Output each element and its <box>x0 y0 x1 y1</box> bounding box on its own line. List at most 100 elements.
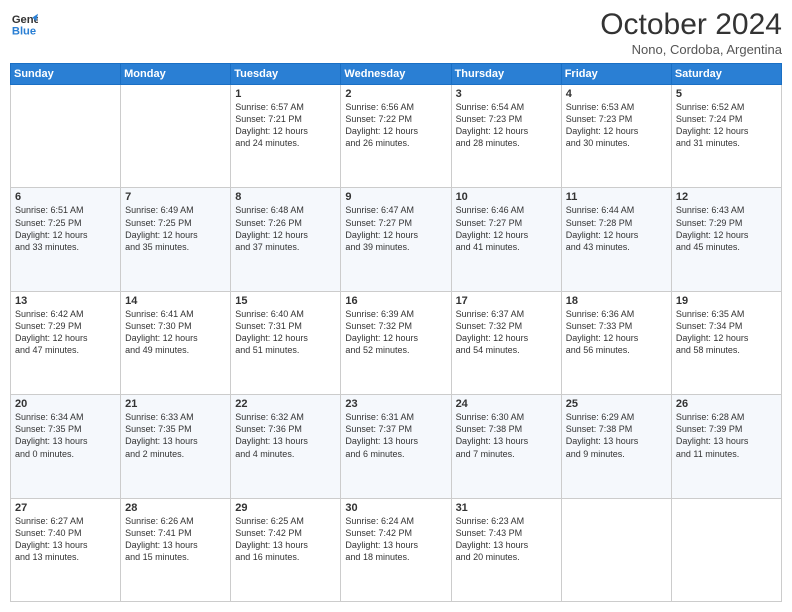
day-content: Sunrise: 6:51 AM Sunset: 7:25 PM Dayligh… <box>15 204 116 253</box>
table-row: 16Sunrise: 6:39 AM Sunset: 7:32 PM Dayli… <box>341 291 451 394</box>
day-number: 1 <box>235 88 336 100</box>
day-number: 26 <box>676 398 777 410</box>
header-wednesday: Wednesday <box>341 64 451 85</box>
table-row: 4Sunrise: 6:53 AM Sunset: 7:23 PM Daylig… <box>561 85 671 188</box>
month-title: October 2024 <box>600 10 782 40</box>
table-row: 22Sunrise: 6:32 AM Sunset: 7:36 PM Dayli… <box>231 395 341 498</box>
header-tuesday: Tuesday <box>231 64 341 85</box>
logo-icon: General Blue <box>10 10 38 38</box>
day-content: Sunrise: 6:31 AM Sunset: 7:37 PM Dayligh… <box>345 411 446 460</box>
table-row: 24Sunrise: 6:30 AM Sunset: 7:38 PM Dayli… <box>451 395 561 498</box>
day-number: 10 <box>456 191 557 203</box>
day-content: Sunrise: 6:47 AM Sunset: 7:27 PM Dayligh… <box>345 204 446 253</box>
calendar-week-5: 27Sunrise: 6:27 AM Sunset: 7:40 PM Dayli… <box>11 498 782 601</box>
day-content: Sunrise: 6:35 AM Sunset: 7:34 PM Dayligh… <box>676 308 777 357</box>
day-number: 30 <box>345 502 446 514</box>
calendar-table: Sunday Monday Tuesday Wednesday Thursday… <box>10 63 782 602</box>
table-row: 1Sunrise: 6:57 AM Sunset: 7:21 PM Daylig… <box>231 85 341 188</box>
day-content: Sunrise: 6:52 AM Sunset: 7:24 PM Dayligh… <box>676 101 777 150</box>
day-number: 4 <box>566 88 667 100</box>
day-content: Sunrise: 6:42 AM Sunset: 7:29 PM Dayligh… <box>15 308 116 357</box>
day-content: Sunrise: 6:39 AM Sunset: 7:32 PM Dayligh… <box>345 308 446 357</box>
day-number: 2 <box>345 88 446 100</box>
table-row: 17Sunrise: 6:37 AM Sunset: 7:32 PM Dayli… <box>451 291 561 394</box>
day-number: 13 <box>15 295 116 307</box>
day-number: 24 <box>456 398 557 410</box>
table-row: 21Sunrise: 6:33 AM Sunset: 7:35 PM Dayli… <box>121 395 231 498</box>
table-row: 11Sunrise: 6:44 AM Sunset: 7:28 PM Dayli… <box>561 188 671 291</box>
table-row <box>561 498 671 601</box>
day-content: Sunrise: 6:29 AM Sunset: 7:38 PM Dayligh… <box>566 411 667 460</box>
table-row <box>671 498 781 601</box>
day-number: 29 <box>235 502 336 514</box>
page: General Blue October 2024 Nono, Cordoba,… <box>0 0 792 612</box>
header-saturday: Saturday <box>671 64 781 85</box>
day-number: 23 <box>345 398 446 410</box>
day-content: Sunrise: 6:28 AM Sunset: 7:39 PM Dayligh… <box>676 411 777 460</box>
day-content: Sunrise: 6:36 AM Sunset: 7:33 PM Dayligh… <box>566 308 667 357</box>
logo: General Blue <box>10 10 38 38</box>
day-content: Sunrise: 6:30 AM Sunset: 7:38 PM Dayligh… <box>456 411 557 460</box>
day-content: Sunrise: 6:26 AM Sunset: 7:41 PM Dayligh… <box>125 515 226 564</box>
day-content: Sunrise: 6:56 AM Sunset: 7:22 PM Dayligh… <box>345 101 446 150</box>
header-thursday: Thursday <box>451 64 561 85</box>
location: Nono, Cordoba, Argentina <box>600 42 782 57</box>
calendar-week-1: 1Sunrise: 6:57 AM Sunset: 7:21 PM Daylig… <box>11 85 782 188</box>
day-number: 8 <box>235 191 336 203</box>
table-row: 6Sunrise: 6:51 AM Sunset: 7:25 PM Daylig… <box>11 188 121 291</box>
day-number: 5 <box>676 88 777 100</box>
day-number: 18 <box>566 295 667 307</box>
day-content: Sunrise: 6:40 AM Sunset: 7:31 PM Dayligh… <box>235 308 336 357</box>
table-row: 29Sunrise: 6:25 AM Sunset: 7:42 PM Dayli… <box>231 498 341 601</box>
day-content: Sunrise: 6:24 AM Sunset: 7:42 PM Dayligh… <box>345 515 446 564</box>
day-content: Sunrise: 6:25 AM Sunset: 7:42 PM Dayligh… <box>235 515 336 564</box>
table-row <box>11 85 121 188</box>
header: General Blue October 2024 Nono, Cordoba,… <box>10 10 782 57</box>
table-row: 15Sunrise: 6:40 AM Sunset: 7:31 PM Dayli… <box>231 291 341 394</box>
day-content: Sunrise: 6:32 AM Sunset: 7:36 PM Dayligh… <box>235 411 336 460</box>
table-row <box>121 85 231 188</box>
day-number: 14 <box>125 295 226 307</box>
day-number: 12 <box>676 191 777 203</box>
calendar-week-3: 13Sunrise: 6:42 AM Sunset: 7:29 PM Dayli… <box>11 291 782 394</box>
day-content: Sunrise: 6:43 AM Sunset: 7:29 PM Dayligh… <box>676 204 777 253</box>
table-row: 19Sunrise: 6:35 AM Sunset: 7:34 PM Dayli… <box>671 291 781 394</box>
table-row: 23Sunrise: 6:31 AM Sunset: 7:37 PM Dayli… <box>341 395 451 498</box>
title-block: October 2024 Nono, Cordoba, Argentina <box>600 10 782 57</box>
day-content: Sunrise: 6:37 AM Sunset: 7:32 PM Dayligh… <box>456 308 557 357</box>
table-row: 9Sunrise: 6:47 AM Sunset: 7:27 PM Daylig… <box>341 188 451 291</box>
day-number: 25 <box>566 398 667 410</box>
day-content: Sunrise: 6:57 AM Sunset: 7:21 PM Dayligh… <box>235 101 336 150</box>
day-number: 19 <box>676 295 777 307</box>
table-row: 14Sunrise: 6:41 AM Sunset: 7:30 PM Dayli… <box>121 291 231 394</box>
day-content: Sunrise: 6:41 AM Sunset: 7:30 PM Dayligh… <box>125 308 226 357</box>
day-number: 28 <box>125 502 226 514</box>
header-monday: Monday <box>121 64 231 85</box>
day-content: Sunrise: 6:27 AM Sunset: 7:40 PM Dayligh… <box>15 515 116 564</box>
day-number: 6 <box>15 191 116 203</box>
day-content: Sunrise: 6:54 AM Sunset: 7:23 PM Dayligh… <box>456 101 557 150</box>
calendar-week-4: 20Sunrise: 6:34 AM Sunset: 7:35 PM Dayli… <box>11 395 782 498</box>
day-content: Sunrise: 6:46 AM Sunset: 7:27 PM Dayligh… <box>456 204 557 253</box>
day-content: Sunrise: 6:44 AM Sunset: 7:28 PM Dayligh… <box>566 204 667 253</box>
table-row: 18Sunrise: 6:36 AM Sunset: 7:33 PM Dayli… <box>561 291 671 394</box>
day-number: 3 <box>456 88 557 100</box>
table-row: 25Sunrise: 6:29 AM Sunset: 7:38 PM Dayli… <box>561 395 671 498</box>
day-number: 11 <box>566 191 667 203</box>
day-content: Sunrise: 6:33 AM Sunset: 7:35 PM Dayligh… <box>125 411 226 460</box>
day-number: 20 <box>15 398 116 410</box>
day-content: Sunrise: 6:23 AM Sunset: 7:43 PM Dayligh… <box>456 515 557 564</box>
table-row: 3Sunrise: 6:54 AM Sunset: 7:23 PM Daylig… <box>451 85 561 188</box>
day-number: 27 <box>15 502 116 514</box>
day-content: Sunrise: 6:49 AM Sunset: 7:25 PM Dayligh… <box>125 204 226 253</box>
calendar-header-row: Sunday Monday Tuesday Wednesday Thursday… <box>11 64 782 85</box>
table-row: 5Sunrise: 6:52 AM Sunset: 7:24 PM Daylig… <box>671 85 781 188</box>
day-number: 16 <box>345 295 446 307</box>
day-number: 22 <box>235 398 336 410</box>
table-row: 2Sunrise: 6:56 AM Sunset: 7:22 PM Daylig… <box>341 85 451 188</box>
table-row: 13Sunrise: 6:42 AM Sunset: 7:29 PM Dayli… <box>11 291 121 394</box>
table-row: 8Sunrise: 6:48 AM Sunset: 7:26 PM Daylig… <box>231 188 341 291</box>
calendar-week-2: 6Sunrise: 6:51 AM Sunset: 7:25 PM Daylig… <box>11 188 782 291</box>
day-number: 31 <box>456 502 557 514</box>
svg-text:General: General <box>12 14 38 26</box>
